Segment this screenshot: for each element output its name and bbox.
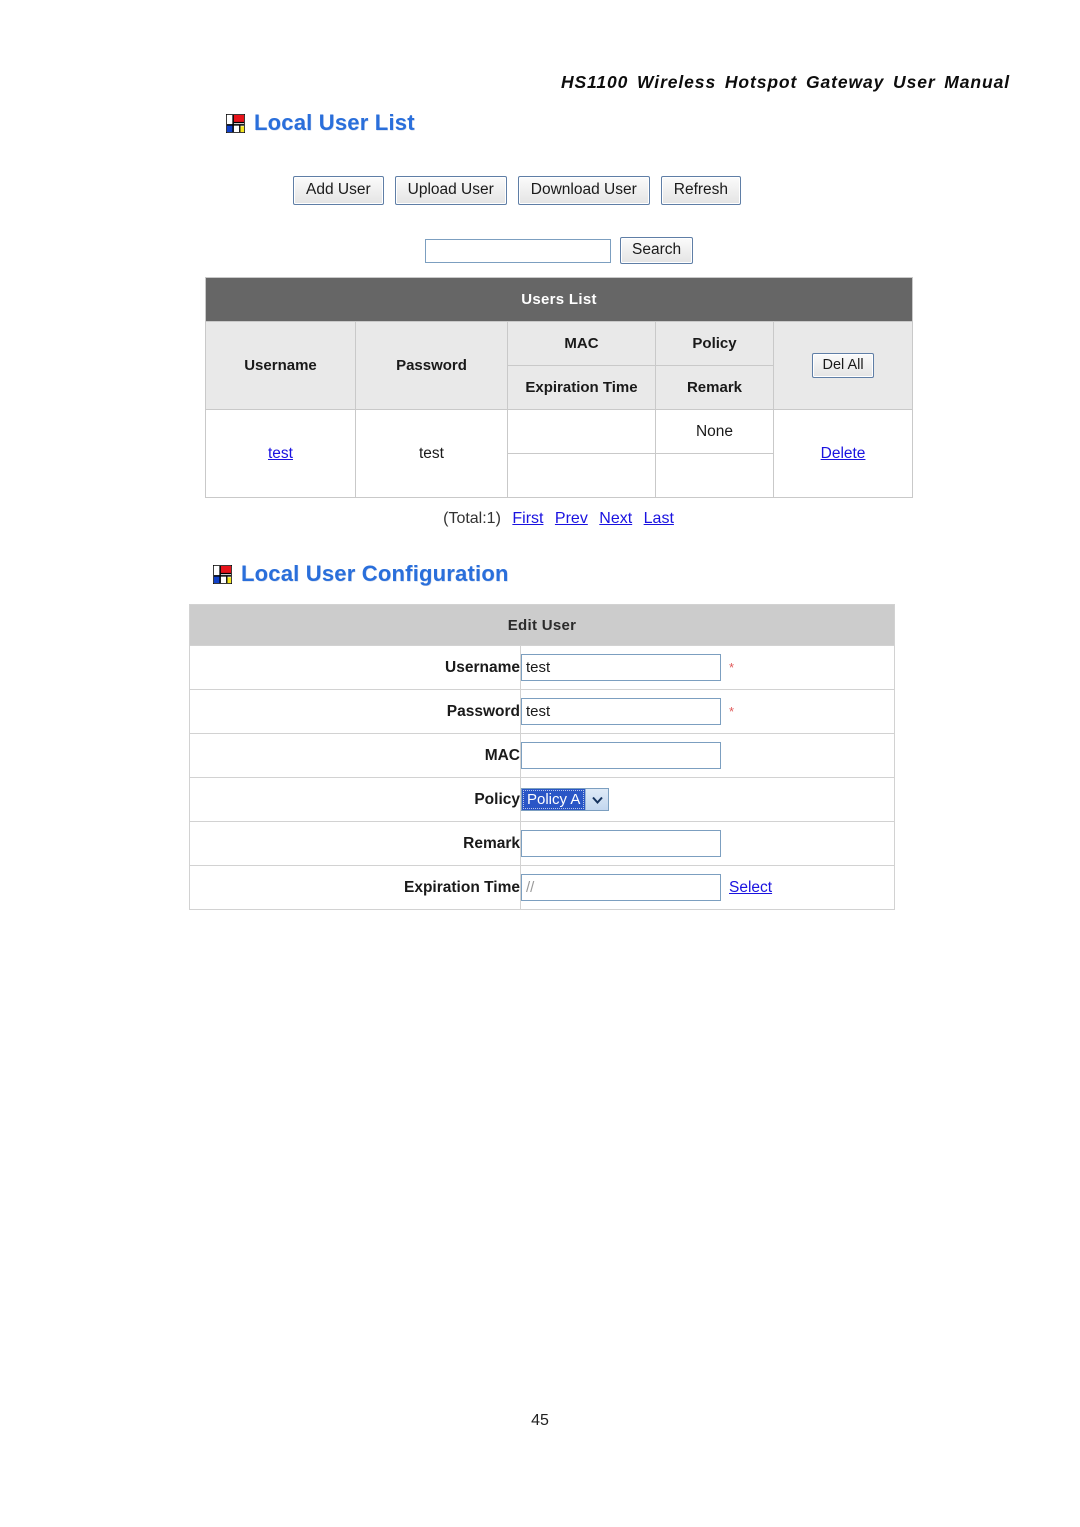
field-password: * <box>520 689 895 734</box>
field-mac <box>520 733 895 778</box>
field-row-password: Password * <box>189 689 895 734</box>
field-row-policy: Policy Policy A <box>189 777 895 822</box>
field-expiration-time: Select <box>520 865 895 910</box>
cell-password: test <box>355 409 508 498</box>
page-number: 45 <box>531 1412 549 1429</box>
table-row: test test None Delete <box>205 409 914 498</box>
policy-select-value: Policy A <box>522 789 586 810</box>
column-header-password: Password <box>355 321 508 410</box>
edit-user-title: Edit User <box>189 604 895 646</box>
download-user-button[interactable]: Download User <box>517 176 650 205</box>
column-header-username: Username <box>205 321 356 410</box>
label-policy: Policy <box>189 777 521 822</box>
expiration-select-link[interactable]: Select <box>729 879 772 897</box>
column-header-expiration-time: Expiration Time <box>507 365 656 410</box>
pagination: (Total:1) First Prev Next Last <box>205 510 912 528</box>
label-username: Username <box>189 645 521 690</box>
field-username: * <box>520 645 895 690</box>
username-link[interactable]: test <box>268 445 293 462</box>
cell-action: Delete <box>772 409 914 498</box>
cell-expiration-time <box>507 453 656 498</box>
cell-policy: None <box>655 409 774 454</box>
policy-select[interactable]: Policy A <box>521 788 610 811</box>
pagination-prev[interactable]: Prev <box>555 510 588 527</box>
mondrian-icon <box>213 564 232 584</box>
remark-field[interactable] <box>521 830 721 857</box>
users-list-table: Users List Username Password MAC Policy … <box>204 277 914 498</box>
delete-link[interactable]: Delete <box>821 445 866 462</box>
del-all-button[interactable]: Del All <box>812 353 874 378</box>
pagination-last[interactable]: Last <box>644 510 674 527</box>
search-input[interactable] <box>425 238 611 263</box>
required-indicator: * <box>729 659 735 675</box>
user-list-action-buttons: Add User Upload User Download User Refre… <box>293 176 742 205</box>
required-indicator: * <box>729 703 735 719</box>
field-row-mac: MAC <box>189 733 895 778</box>
column-header-mac: MAC <box>507 321 656 366</box>
users-list-title-row: Users List <box>204 277 914 322</box>
edit-user-table: Edit User Username * Password * MAC <box>189 604 895 910</box>
mondrian-icon <box>226 113 245 133</box>
field-remark <box>520 821 895 866</box>
edit-user-title-row: Edit User <box>189 604 895 646</box>
search-button[interactable]: Search <box>620 237 694 264</box>
users-list-header-row: Username Password MAC Policy Del All <box>205 321 914 410</box>
field-row-remark: Remark <box>189 821 895 866</box>
search-row: Search <box>425 237 694 264</box>
add-user-button[interactable]: Add User <box>293 176 384 205</box>
pagination-total: (Total:1) <box>443 510 501 527</box>
pagination-next[interactable]: Next <box>599 510 632 527</box>
cell-mac <box>507 409 656 454</box>
cell-remark <box>655 453 774 498</box>
cell-username: test <box>205 409 356 498</box>
section-heading-label: Local User Configuration <box>241 561 509 586</box>
username-field[interactable] <box>521 654 721 681</box>
pagination-first[interactable]: First <box>512 510 543 527</box>
users-list-title: Users List <box>204 277 914 322</box>
password-field[interactable] <box>521 698 721 725</box>
field-row-username: Username * <box>189 645 895 690</box>
label-mac: MAC <box>189 733 521 778</box>
label-password: Password <box>189 689 521 734</box>
section-heading-label: Local User List <box>254 110 415 135</box>
del-all-cell: Del All <box>772 321 914 410</box>
field-policy: Policy A <box>520 777 895 822</box>
section-heading-local-user-list: Local User List <box>226 110 415 136</box>
label-remark: Remark <box>189 821 521 866</box>
section-heading-local-user-configuration: Local User Configuration <box>213 561 509 587</box>
refresh-button[interactable]: Refresh <box>660 176 742 205</box>
upload-user-button[interactable]: Upload User <box>394 176 507 205</box>
document-running-header: HS1100 Wireless Hotspot Gateway User Man… <box>560 72 1010 92</box>
column-header-policy: Policy <box>655 321 774 366</box>
expiration-time-field[interactable] <box>521 874 721 901</box>
field-row-expiration-time: Expiration Time Select <box>189 865 895 910</box>
label-expiration-time: Expiration Time <box>189 865 521 910</box>
column-header-remark: Remark <box>655 365 774 410</box>
mac-field[interactable] <box>521 742 721 769</box>
chevron-down-icon <box>585 789 609 810</box>
